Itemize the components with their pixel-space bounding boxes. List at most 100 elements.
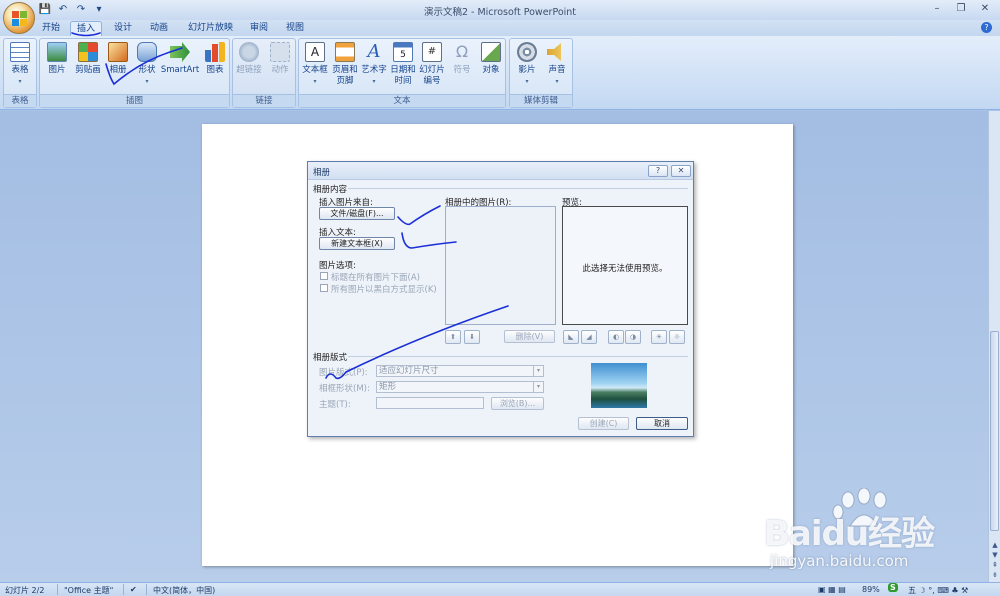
zoom-level[interactable]: 89% <box>862 585 880 594</box>
clipart-icon <box>78 42 98 62</box>
theme-label: 主题(T): <box>319 400 351 410</box>
action-button[interactable]: 动作 <box>265 42 295 76</box>
office-button[interactable] <box>3 2 35 34</box>
group-label-tables: 表格 <box>4 94 36 107</box>
divider <box>123 584 124 595</box>
close-icon[interactable]: ✕ <box>671 165 691 177</box>
tab-slideshow[interactable]: 幻灯片放映 <box>182 21 239 36</box>
smartart-button[interactable]: SmartArt <box>160 42 200 76</box>
office-logo-icon <box>12 11 28 27</box>
chart-button[interactable]: 图表 <box>200 42 230 76</box>
close-icon[interactable]: ✕ <box>974 2 996 17</box>
divider <box>348 356 688 357</box>
textbox-icon: A <box>305 42 325 62</box>
tab-review[interactable]: 审阅 <box>244 21 274 36</box>
date-time-button[interactable]: 5 日期和 时间 <box>388 42 418 87</box>
tab-design[interactable]: 设计 <box>108 21 138 36</box>
tab-view[interactable]: 视图 <box>280 21 310 36</box>
symbol-button[interactable]: Ω 符号 <box>447 42 477 76</box>
layout-preview-image <box>591 363 647 408</box>
cancel-button[interactable]: 取消 <box>636 417 688 430</box>
minimize-icon[interactable]: – <box>926 2 948 17</box>
window-controls: – ❐ ✕ <box>926 2 996 17</box>
contrast-up-icon[interactable]: ◐ <box>608 330 624 344</box>
new-textbox-button[interactable]: 新建文本框(X) <box>319 237 395 250</box>
move-down-icon[interactable]: ⬇ <box>464 330 480 344</box>
group-links: 超链接 动作 链接 <box>232 38 296 108</box>
pictures-in-album-list[interactable] <box>445 206 556 325</box>
caption-below-label: 标题在所有图片下面(A) <box>331 273 420 283</box>
movie-button[interactable]: 影片 ▾ <box>512 42 542 87</box>
move-up-icon[interactable]: ⬆ <box>445 330 461 344</box>
ime-toolbar[interactable]: 五 ☽ °, ⌨ ♣ ⚒ <box>908 585 968 596</box>
object-button[interactable]: 对象 <box>476 42 506 76</box>
slide-nav-buttons[interactable]: ▲ ▼ ⇞ ⇟ <box>989 540 1000 580</box>
picture-layout-select[interactable]: 适应幻灯片尺寸 ▾ <box>376 365 544 377</box>
shapes-button[interactable]: 形状 ▾ <box>132 42 162 87</box>
hyperlink-button[interactable]: 超链接 <box>234 42 264 76</box>
clipart-button[interactable]: 剪贴画 <box>73 42 103 76</box>
rotate-left-icon[interactable]: ◣ <box>563 330 579 344</box>
wordart-button[interactable]: A 艺术字 ▾ <box>359 42 389 87</box>
shapes-icon <box>137 42 157 62</box>
spellcheck-icon[interactable]: ✔ <box>130 585 137 594</box>
frame-shape-label: 相框形状(M): <box>319 384 370 394</box>
watermark-brand: Baidu经验 <box>764 514 935 554</box>
ime-icon[interactable]: S <box>888 583 898 592</box>
group-illustrations: 图片 剪贴画 相册 形状 ▾ SmartArt 图表 插图 <box>39 38 230 108</box>
watermark-url: jingyan.baidu.com <box>770 552 909 570</box>
photo-album-dialog: 相册 ? ✕ 相册内容 插入图片来自: 文件/磁盘(F)... 插入文本: 新建… <box>307 161 694 437</box>
window-title: 演示文稿2 - Microsoft PowerPoint <box>423 7 577 18</box>
help-icon[interactable]: ? <box>981 22 992 33</box>
scroll-thumb[interactable] <box>990 331 999 531</box>
wordart-icon: A <box>367 41 381 62</box>
photo-album-icon <box>108 42 128 62</box>
group-label-media: 媒体剪辑 <box>510 94 572 107</box>
theme-input[interactable] <box>376 397 484 409</box>
caption-below-checkbox[interactable] <box>320 272 328 280</box>
speaker-icon <box>547 43 561 61</box>
ribbon: 表格 ▾ 表格 图片 剪贴画 相册 形状 ▾ SmartArt 图表 插图 超链… <box>0 36 1000 110</box>
vertical-scrollbar[interactable]: ▲ ▼ ⇞ ⇟ <box>988 111 1000 582</box>
contrast-down-icon[interactable]: ◑ <box>625 330 641 344</box>
rotate-right-icon[interactable]: ◢ <box>581 330 597 344</box>
photo-album-button[interactable]: 相册 <box>103 42 133 76</box>
film-reel-icon <box>517 42 537 62</box>
section-album-layout: 相册版式 <box>313 353 348 363</box>
tab-home[interactable]: 开始 <box>36 21 66 36</box>
frame-shape-select[interactable]: 矩形 ▾ <box>376 381 544 393</box>
divider <box>146 584 147 595</box>
remove-button[interactable]: 删除(V) <box>504 330 555 343</box>
group-label-illustrations: 插图 <box>40 94 229 107</box>
brightness-down-icon[interactable]: ☼ <box>669 330 685 344</box>
textbox-button[interactable]: A 文本框 ▾ <box>300 42 330 87</box>
divider <box>57 584 58 595</box>
table-button[interactable]: 表格 ▾ <box>5 42 35 87</box>
group-label-links: 链接 <box>233 94 295 107</box>
file-disk-button[interactable]: 文件/磁盘(F)... <box>319 207 395 220</box>
frame-shape-value: 矩形 <box>379 382 397 392</box>
tab-animations[interactable]: 动画 <box>144 21 174 36</box>
header-footer-icon <box>335 42 355 62</box>
theme-indicator: "Office 主题" <box>64 586 114 595</box>
status-bar: 幻灯片 2/2 "Office 主题" ✔ 中文(简体，中国) ▣ ▦ ▤ 89… <box>0 582 1000 596</box>
tab-insert[interactable]: 插入 <box>70 21 103 36</box>
slide-number-icon: # <box>422 42 442 62</box>
slide-indicator: 幻灯片 2/2 <box>5 586 45 595</box>
header-footer-button[interactable]: 页眉和 页脚 <box>330 42 360 87</box>
table-icon <box>10 42 30 62</box>
sound-button[interactable]: 声音 ▾ <box>542 42 572 87</box>
slide-number-button[interactable]: # 幻灯片 编号 <box>417 42 447 87</box>
create-button[interactable]: 创建(C) <box>578 417 629 430</box>
browse-button[interactable]: 浏览(B)... <box>491 397 544 410</box>
help-icon[interactable]: ? <box>648 165 668 177</box>
language-indicator: 中文(简体，中国) <box>153 586 216 595</box>
picture-button[interactable]: 图片 <box>42 42 72 76</box>
brightness-up-icon[interactable]: ☀ <box>651 330 667 344</box>
smartart-icon <box>170 42 190 62</box>
preview-message: 此选择无法使用预览。 <box>582 264 668 274</box>
maximize-icon[interactable]: ❐ <box>950 2 972 17</box>
chevron-down-icon: ▾ <box>533 366 543 376</box>
view-buttons[interactable]: ▣ ▦ ▤ <box>818 585 846 594</box>
black-white-checkbox[interactable] <box>320 284 328 292</box>
